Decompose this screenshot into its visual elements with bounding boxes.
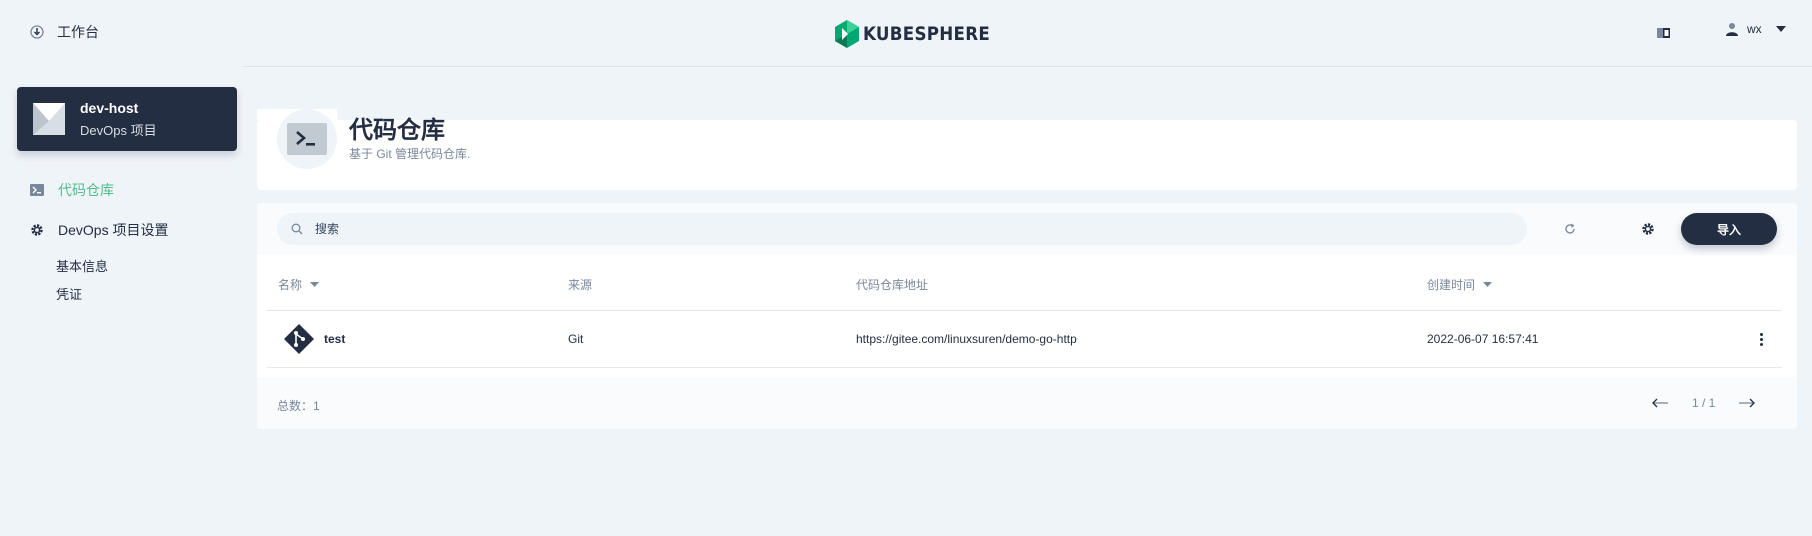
repo-created-time: 2022-06-07 16:57:41: [1427, 332, 1539, 346]
column-header-created[interactable]: 创建时间: [1427, 276, 1493, 293]
workbench-button[interactable]: 工作台: [28, 22, 99, 42]
table-row[interactable]: test Git https://gitee.com/linuxsuren/de…: [267, 311, 1782, 368]
project-selector[interactable]: dev-host DevOps 项目: [17, 87, 237, 151]
sidebar-item-label: 代码仓库: [58, 182, 114, 198]
column-header-label: 创建时间: [1427, 278, 1476, 292]
sort-caret-icon: [310, 282, 320, 287]
sidebar-item-code-repos[interactable]: 代码仓库: [30, 180, 114, 200]
settings-gear-icon[interactable]: [1640, 221, 1656, 237]
column-header-url: 代码仓库地址: [856, 278, 929, 292]
project-type: DevOps 项目: [80, 122, 157, 138]
project-logo-icon: [33, 103, 65, 135]
caret-down-icon: [1775, 26, 1786, 32]
dashboard-icon: [28, 24, 45, 41]
user-menu[interactable]: wx: [1725, 22, 1786, 36]
kubesphere-logo-icon: [835, 20, 859, 48]
repo-name-link[interactable]: test: [324, 332, 345, 346]
workbench-label: 工作台: [57, 24, 99, 40]
username: wx: [1747, 22, 1762, 36]
sort-caret-icon: [1483, 282, 1493, 287]
repo-source: Git: [568, 332, 584, 346]
list-footer: 总数：1 1 / 1: [257, 377, 1797, 429]
logo-text: KUBESPHERE: [863, 23, 991, 45]
sidebar-subitem-credentials[interactable]: 凭证: [56, 284, 82, 303]
page-header-card: [257, 120, 1797, 190]
git-icon: [284, 324, 314, 354]
list-toolbar: 导入: [257, 203, 1797, 255]
refresh-icon[interactable]: [1562, 221, 1578, 237]
page-indicator: 1 / 1: [1692, 396, 1716, 410]
repo-url: https://gitee.com/linuxsuren/demo-go-htt…: [856, 332, 1077, 346]
search-icon: [291, 223, 303, 235]
column-header-source: 来源: [568, 278, 593, 292]
repository-list-card: 导入 名称 来源 代码仓库地址 创建时间 test Git https://gi…: [257, 203, 1797, 429]
search-input[interactable]: [315, 222, 1495, 236]
search-bar[interactable]: [277, 213, 1527, 245]
next-page-arrow-icon[interactable]: [1737, 396, 1757, 410]
table-header: 名称 来源 代码仓库地址 创建时间: [267, 255, 1782, 311]
more-actions-icon[interactable]: [1753, 331, 1769, 347]
top-navbar: 工作台 KUBESPHERE wx: [0, 0, 1812, 66]
sidebar-item-devops-settings[interactable]: DevOps 项目设置: [30, 220, 168, 240]
page-description: 基于 Git 管理代码仓库.: [349, 147, 471, 161]
docs-icon[interactable]: [1656, 25, 1672, 41]
header-divider: [242, 66, 1812, 67]
sidebar-item-label: DevOps 项目设置: [58, 222, 169, 238]
page-title: 代码仓库: [349, 117, 445, 144]
project-name: dev-host: [80, 99, 139, 116]
user-icon: [1726, 23, 1738, 36]
pagination: 1 / 1: [1650, 396, 1757, 410]
sidebar-subitem-basic-info[interactable]: 基本信息: [56, 256, 108, 275]
column-header-name[interactable]: 名称: [278, 276, 320, 293]
terminal-icon: [30, 184, 44, 196]
terminal-icon: [287, 123, 327, 155]
kubesphere-logo[interactable]: KUBESPHERE: [835, 20, 1007, 48]
column-header-label: 名称: [278, 278, 303, 292]
gear-icon: [31, 224, 43, 236]
prev-page-arrow-icon[interactable]: [1650, 396, 1670, 410]
import-button[interactable]: 导入: [1681, 213, 1777, 245]
total-count: 总数：1: [277, 399, 320, 413]
page-icon-wrapper: [277, 109, 337, 169]
